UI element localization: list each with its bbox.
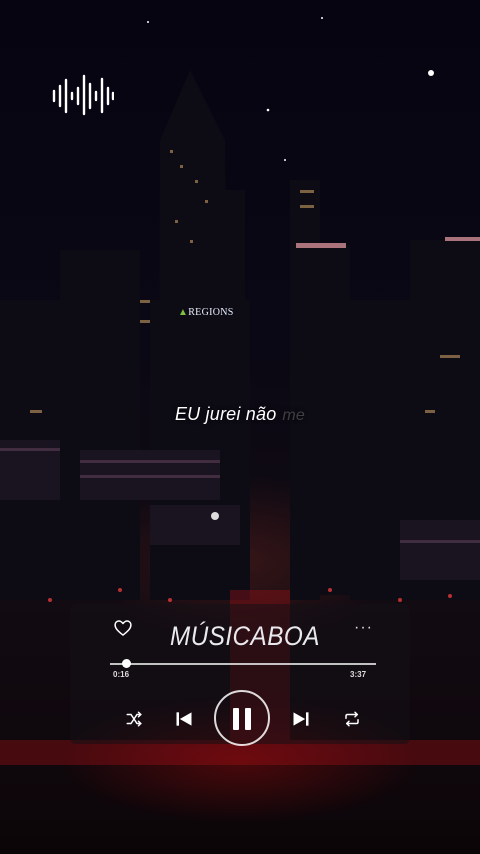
shuffle-icon[interactable] — [125, 710, 143, 728]
pause-button[interactable] — [214, 690, 270, 746]
billboard-sign: ▲REGIONS — [178, 307, 234, 318]
video-frame: ▲REGIONS EU jurei não me MÚSICABOA ··· 0:… — [0, 0, 480, 854]
pause-icon-bar — [245, 708, 251, 730]
more-options-icon[interactable]: ··· — [354, 619, 373, 637]
progress-thumb[interactable] — [121, 659, 131, 668]
skip-previous-icon[interactable] — [174, 709, 194, 729]
lyric-faded-word: me — [282, 407, 306, 424]
skip-next-icon[interactable] — [291, 709, 311, 729]
heart-icon[interactable] — [113, 618, 133, 638]
audio-waveform-icon — [52, 74, 114, 116]
track-duration: 3:37 — [350, 670, 367, 679]
repeat-icon[interactable] — [343, 710, 361, 728]
billboard-text: REGIONS — [188, 307, 234, 318]
elapsed-time: 0:16 — [113, 670, 130, 679]
progress-track[interactable] — [110, 663, 376, 665]
track-title: MÚSICABOA — [170, 621, 320, 651]
pause-icon — [233, 708, 239, 730]
lyric-caption: EU jurei não me — [0, 404, 480, 425]
lyric-line: EU jurei não — [174, 404, 277, 424]
